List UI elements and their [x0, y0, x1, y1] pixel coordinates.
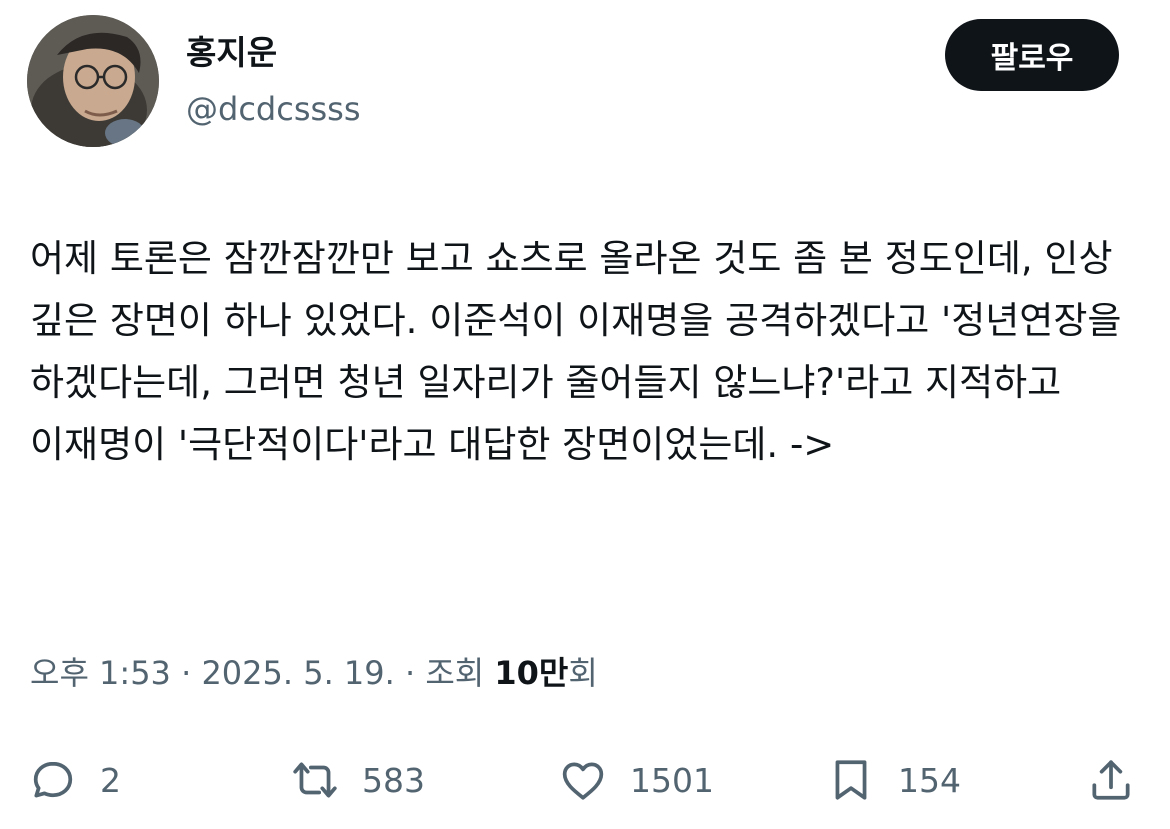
repost-icon	[293, 762, 337, 798]
repost-count: 583	[362, 760, 425, 800]
bookmark-icon	[835, 760, 867, 800]
action-bar: 2 583 1501 154	[0, 740, 1170, 820]
views-label: 조회	[425, 654, 485, 692]
meta-separator: ·	[181, 654, 192, 692]
like-icon	[562, 762, 604, 800]
bookmark-button[interactable]: 154	[826, 740, 961, 820]
views-count: 10만	[494, 654, 569, 692]
author-handle[interactable]: @dcdcssss	[186, 89, 361, 129]
tweet-text: 어제 토론은 잠깐잠깐만 보고 쇼츠로 올라온 것도 좀 본 정도인데, 인상 …	[30, 237, 1122, 466]
tweet-time[interactable]: 오후 1:53	[30, 654, 171, 692]
bookmark-count: 154	[898, 760, 961, 800]
author-name[interactable]: 홍지운	[186, 33, 277, 73]
share-icon	[1092, 760, 1130, 800]
tweet-meta: 오후 1:53 · 2025. 5. 19. · 조회 10만회	[30, 650, 598, 696]
reply-icon	[33, 761, 73, 798]
reply-button[interactable]: 2	[28, 740, 121, 820]
like-button[interactable]: 1501	[558, 740, 714, 820]
avatar-image	[27, 15, 159, 147]
reply-count: 2	[100, 760, 121, 800]
like-count: 1501	[630, 760, 714, 800]
repost-button[interactable]: 583	[290, 740, 425, 820]
views-suffix: 회	[568, 654, 598, 692]
tweet-date[interactable]: 2025. 5. 19.	[201, 654, 394, 692]
follow-button[interactable]: 팔로우	[945, 19, 1119, 91]
avatar[interactable]	[27, 15, 159, 147]
share-button[interactable]	[1086, 740, 1136, 820]
meta-separator: ·	[404, 654, 416, 692]
